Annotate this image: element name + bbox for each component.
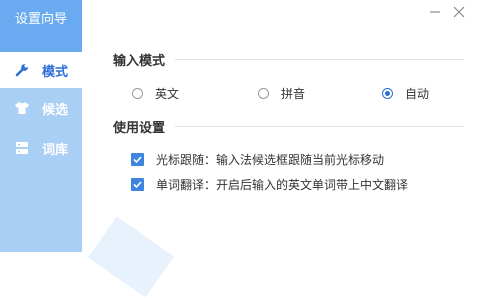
usage-settings-header: 使用设置	[113, 117, 464, 136]
radio-circle[interactable]	[258, 87, 269, 99]
sidebar-item-candidate[interactable]: 候选	[0, 90, 82, 126]
radio-pinyin[interactable]: 拼音	[258, 84, 305, 102]
sidebar-item-mode[interactable]: 模式	[0, 52, 82, 88]
section-title: 使用设置	[113, 120, 166, 136]
sidebar-item-lexicon[interactable]: 词库	[0, 130, 82, 166]
sidebar-item-label: 词库	[42, 142, 69, 158]
radio-circle[interactable]	[132, 87, 143, 99]
database-icon	[14, 140, 30, 156]
input-mode-header: 输入模式	[113, 50, 464, 69]
checkbox-checked[interactable]	[131, 152, 144, 166]
checkbox-label: 光标跟随：输入法候选框跟随当前光标移动	[156, 152, 385, 167]
radio-auto[interactable]: 自动	[382, 84, 429, 102]
close-button[interactable]	[450, 4, 468, 22]
radio-label: 自动	[405, 86, 430, 101]
section-title: 输入模式	[113, 53, 166, 69]
radio-label: 英文	[155, 86, 180, 101]
checkbox-word-translate[interactable]: 单词翻译：开启后输入的英文单词带上中文翻译	[131, 175, 408, 193]
divider	[175, 125, 464, 127]
radio-circle[interactable]	[382, 87, 393, 99]
minimize-icon	[428, 4, 442, 23]
wrench-icon	[14, 62, 30, 78]
sidebar-title: 设置向导	[0, 0, 82, 54]
sidebar: 设置向导 模式 候选 词库	[0, 0, 82, 252]
shirt-icon	[14, 100, 30, 116]
close-icon	[452, 4, 466, 23]
checkbox-label: 单词翻译：开启后输入的英文单词带上中文翻译	[156, 177, 409, 192]
radio-english[interactable]: 英文	[132, 84, 179, 102]
sidebar-item-label: 模式	[42, 64, 69, 80]
radio-label: 拼音	[281, 86, 306, 101]
minimize-button[interactable]	[426, 4, 444, 22]
checkbox-cursor-follow[interactable]: 光标跟随：输入法候选框跟随当前光标移动	[131, 150, 384, 168]
checkbox-checked[interactable]	[131, 177, 144, 191]
decorative-shape	[87, 216, 175, 298]
sidebar-item-label: 候选	[42, 102, 69, 118]
divider	[175, 58, 464, 60]
sidebar-title-text: 设置向导	[14, 12, 67, 27]
